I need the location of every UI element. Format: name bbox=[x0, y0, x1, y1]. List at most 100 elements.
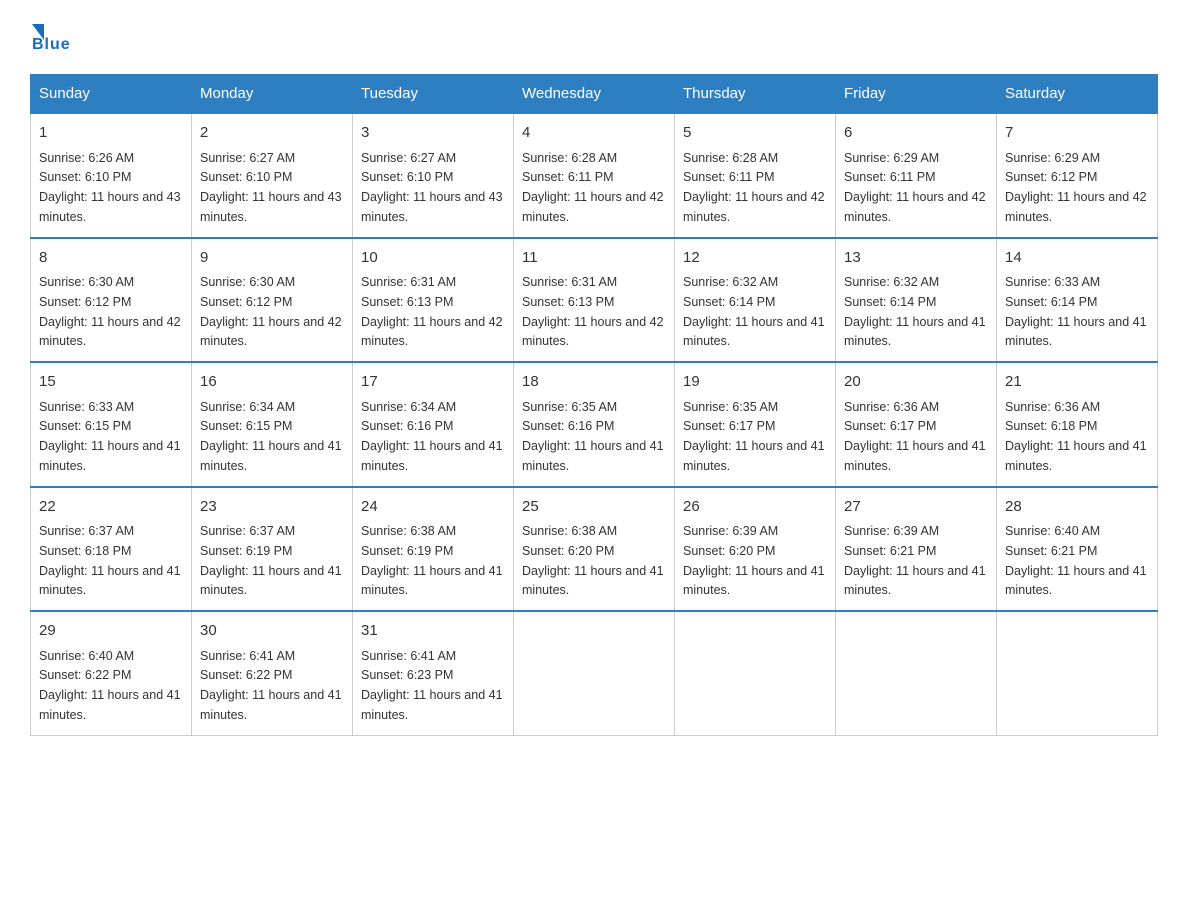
day-info: Sunrise: 6:34 AMSunset: 6:15 PMDaylight:… bbox=[200, 400, 342, 473]
calendar-cell: 4 Sunrise: 6:28 AMSunset: 6:11 PMDaylight… bbox=[514, 113, 675, 238]
calendar-cell: 11Sunrise: 6:31 AMSunset: 6:13 PMDayligh… bbox=[514, 238, 675, 363]
day-number: 21 bbox=[1005, 371, 1149, 394]
day-info: Sunrise: 6:34 AMSunset: 6:16 PMDaylight:… bbox=[361, 400, 503, 473]
col-header-tuesday: Tuesday bbox=[353, 75, 514, 114]
calendar-cell: 24Sunrise: 6:38 AMSunset: 6:19 PMDayligh… bbox=[353, 487, 514, 612]
day-info: Sunrise: 6:37 AMSunset: 6:18 PMDaylight:… bbox=[39, 524, 181, 597]
day-info: Sunrise: 6:37 AMSunset: 6:19 PMDaylight:… bbox=[200, 524, 342, 597]
day-number: 20 bbox=[844, 371, 988, 394]
calendar-cell: 28Sunrise: 6:40 AMSunset: 6:21 PMDayligh… bbox=[997, 487, 1158, 612]
day-number: 26 bbox=[683, 496, 827, 519]
col-header-friday: Friday bbox=[836, 75, 997, 114]
calendar-cell: 5 Sunrise: 6:28 AMSunset: 6:11 PMDaylight… bbox=[675, 113, 836, 238]
logo-underline: Blue bbox=[30, 36, 71, 54]
calendar-cell: 26 Sunrise: 6:39 AMSunset: 6:20 PMDayligh… bbox=[675, 487, 836, 612]
col-header-sunday: Sunday bbox=[31, 75, 192, 114]
col-header-monday: Monday bbox=[192, 75, 353, 114]
col-header-saturday: Saturday bbox=[997, 75, 1158, 114]
day-number: 11 bbox=[522, 247, 666, 270]
calendar-cell: 23 Sunrise: 6:37 AMSunset: 6:19 PMDayligh… bbox=[192, 487, 353, 612]
day-info: Sunrise: 6:40 AMSunset: 6:22 PMDaylight:… bbox=[39, 649, 181, 722]
calendar-cell: 8Sunrise: 6:30 AMSunset: 6:12 PMDaylight… bbox=[31, 238, 192, 363]
calendar-cell: 22 Sunrise: 6:37 AMSunset: 6:18 PMDayligh… bbox=[31, 487, 192, 612]
week-row-5: 29Sunrise: 6:40 AMSunset: 6:22 PMDayligh… bbox=[31, 611, 1158, 735]
day-number: 30 bbox=[200, 620, 344, 643]
day-info: Sunrise: 6:31 AMSunset: 6:13 PMDaylight:… bbox=[361, 275, 503, 348]
day-number: 15 bbox=[39, 371, 183, 394]
day-number: 13 bbox=[844, 247, 988, 270]
day-number: 23 bbox=[200, 496, 344, 519]
calendar-cell: 30 Sunrise: 6:41 AMSunset: 6:22 PMDayligh… bbox=[192, 611, 353, 735]
header-row: SundayMondayTuesdayWednesdayThursdayFrid… bbox=[31, 75, 1158, 114]
calendar-cell bbox=[997, 611, 1158, 735]
calendar-cell bbox=[675, 611, 836, 735]
calendar-cell: 16 Sunrise: 6:34 AMSunset: 6:15 PMDayligh… bbox=[192, 362, 353, 487]
calendar-cell: 2 Sunrise: 6:27 AMSunset: 6:10 PMDaylight… bbox=[192, 113, 353, 238]
day-info: Sunrise: 6:36 AMSunset: 6:18 PMDaylight:… bbox=[1005, 400, 1147, 473]
col-header-wednesday: Wednesday bbox=[514, 75, 675, 114]
day-info: Sunrise: 6:30 AMSunset: 6:12 PMDaylight:… bbox=[200, 275, 342, 348]
day-number: 14 bbox=[1005, 247, 1149, 270]
day-info: Sunrise: 6:29 AMSunset: 6:12 PMDaylight:… bbox=[1005, 151, 1147, 224]
day-info: Sunrise: 6:28 AMSunset: 6:11 PMDaylight:… bbox=[522, 151, 664, 224]
calendar-cell: 15Sunrise: 6:33 AMSunset: 6:15 PMDayligh… bbox=[31, 362, 192, 487]
day-number: 27 bbox=[844, 496, 988, 519]
day-info: Sunrise: 6:27 AMSunset: 6:10 PMDaylight:… bbox=[200, 151, 342, 224]
day-info: Sunrise: 6:32 AMSunset: 6:14 PMDaylight:… bbox=[683, 275, 825, 348]
day-number: 25 bbox=[522, 496, 666, 519]
week-row-1: 1 Sunrise: 6:26 AMSunset: 6:10 PMDaylight… bbox=[31, 113, 1158, 238]
calendar-cell: 6 Sunrise: 6:29 AMSunset: 6:11 PMDaylight… bbox=[836, 113, 997, 238]
calendar-cell: 10 Sunrise: 6:31 AMSunset: 6:13 PMDayligh… bbox=[353, 238, 514, 363]
day-info: Sunrise: 6:29 AMSunset: 6:11 PMDaylight:… bbox=[844, 151, 986, 224]
calendar-cell: 18 Sunrise: 6:35 AMSunset: 6:16 PMDayligh… bbox=[514, 362, 675, 487]
calendar-cell: 27 Sunrise: 6:39 AMSunset: 6:21 PMDayligh… bbox=[836, 487, 997, 612]
day-info: Sunrise: 6:40 AMSunset: 6:21 PMDaylight:… bbox=[1005, 524, 1147, 597]
calendar-cell: 20Sunrise: 6:36 AMSunset: 6:17 PMDayligh… bbox=[836, 362, 997, 487]
day-info: Sunrise: 6:41 AMSunset: 6:23 PMDaylight:… bbox=[361, 649, 503, 722]
day-number: 31 bbox=[361, 620, 505, 643]
calendar-cell: 17 Sunrise: 6:34 AMSunset: 6:16 PMDayligh… bbox=[353, 362, 514, 487]
col-header-thursday: Thursday bbox=[675, 75, 836, 114]
day-number: 5 bbox=[683, 122, 827, 145]
day-info: Sunrise: 6:28 AMSunset: 6:11 PMDaylight:… bbox=[683, 151, 825, 224]
day-number: 18 bbox=[522, 371, 666, 394]
calendar-cell: 21 Sunrise: 6:36 AMSunset: 6:18 PMDayligh… bbox=[997, 362, 1158, 487]
calendar-cell: 3Sunrise: 6:27 AMSunset: 6:10 PMDaylight… bbox=[353, 113, 514, 238]
day-info: Sunrise: 6:38 AMSunset: 6:20 PMDaylight:… bbox=[522, 524, 664, 597]
day-number: 3 bbox=[361, 122, 505, 145]
calendar-cell: 13 Sunrise: 6:32 AMSunset: 6:14 PMDayligh… bbox=[836, 238, 997, 363]
calendar-cell: 7 Sunrise: 6:29 AMSunset: 6:12 PMDaylight… bbox=[997, 113, 1158, 238]
day-number: 4 bbox=[522, 122, 666, 145]
day-info: Sunrise: 6:35 AMSunset: 6:16 PMDaylight:… bbox=[522, 400, 664, 473]
day-info: Sunrise: 6:39 AMSunset: 6:20 PMDaylight:… bbox=[683, 524, 825, 597]
week-row-3: 15Sunrise: 6:33 AMSunset: 6:15 PMDayligh… bbox=[31, 362, 1158, 487]
day-number: 7 bbox=[1005, 122, 1149, 145]
day-number: 22 bbox=[39, 496, 183, 519]
calendar-cell: 1 Sunrise: 6:26 AMSunset: 6:10 PMDaylight… bbox=[31, 113, 192, 238]
day-number: 6 bbox=[844, 122, 988, 145]
day-number: 17 bbox=[361, 371, 505, 394]
calendar-cell: 25 Sunrise: 6:38 AMSunset: 6:20 PMDayligh… bbox=[514, 487, 675, 612]
day-number: 8 bbox=[39, 247, 183, 270]
day-info: Sunrise: 6:39 AMSunset: 6:21 PMDaylight:… bbox=[844, 524, 986, 597]
calendar-cell: 19 Sunrise: 6:35 AMSunset: 6:17 PMDayligh… bbox=[675, 362, 836, 487]
calendar-cell: 14Sunrise: 6:33 AMSunset: 6:14 PMDayligh… bbox=[997, 238, 1158, 363]
day-number: 2 bbox=[200, 122, 344, 145]
day-number: 16 bbox=[200, 371, 344, 394]
calendar-cell: 12Sunrise: 6:32 AMSunset: 6:14 PMDayligh… bbox=[675, 238, 836, 363]
calendar-cell bbox=[514, 611, 675, 735]
day-number: 19 bbox=[683, 371, 827, 394]
calendar-table: SundayMondayTuesdayWednesdayThursdayFrid… bbox=[30, 74, 1158, 736]
page-header: Blue bbox=[30, 20, 1158, 54]
day-info: Sunrise: 6:38 AMSunset: 6:19 PMDaylight:… bbox=[361, 524, 503, 597]
day-info: Sunrise: 6:26 AMSunset: 6:10 PMDaylight:… bbox=[39, 151, 181, 224]
logo: Blue bbox=[30, 20, 71, 54]
day-number: 10 bbox=[361, 247, 505, 270]
day-info: Sunrise: 6:35 AMSunset: 6:17 PMDaylight:… bbox=[683, 400, 825, 473]
week-row-2: 8 Sunrise: 6:30 AMSunset: 6:12 PMDaylight… bbox=[31, 238, 1158, 363]
day-number: 1 bbox=[39, 122, 183, 145]
day-info: Sunrise: 6:41 AMSunset: 6:22 PMDaylight:… bbox=[200, 649, 342, 722]
calendar-cell: 31 Sunrise: 6:41 AMSunset: 6:23 PMDayligh… bbox=[353, 611, 514, 735]
day-info: Sunrise: 6:32 AMSunset: 6:14 PMDaylight:… bbox=[844, 275, 986, 348]
week-row-4: 22 Sunrise: 6:37 AMSunset: 6:18 PMDayligh… bbox=[31, 487, 1158, 612]
